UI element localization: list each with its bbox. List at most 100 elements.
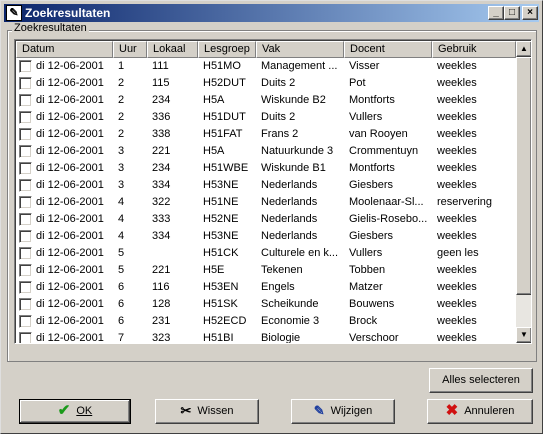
cell-docent: Giesbers (349, 230, 394, 242)
cell-uur: 3 (118, 145, 125, 157)
cell-gebruik: weekles (437, 213, 477, 225)
column-header-gebruik[interactable]: Gebruik (432, 41, 516, 58)
cell-datum: di 12-06-2001 (36, 298, 104, 310)
app-icon: ✎ (6, 5, 22, 21)
table-row[interactable]: di 12-06-2001 5 H51CK Culturele en k... Vull… (16, 245, 516, 262)
cell-uur: 4 (118, 213, 125, 225)
wissen-button[interactable]: ✂ Wissen (155, 399, 259, 424)
cell-uur: 6 (118, 281, 125, 293)
cell-lokaal: 323 (152, 332, 171, 343)
cell-vak: Engels (261, 281, 295, 293)
cell-lokaal: 231 (152, 315, 171, 327)
cell-lesgroep: H53NE (203, 230, 239, 242)
cell-lokaal: 221 (152, 145, 171, 157)
cell-lokaal: 336 (152, 111, 171, 123)
minimize-button[interactable]: _ (488, 6, 504, 20)
column-header-lesgroep[interactable]: Lesgroep (198, 41, 256, 58)
list-header: Datum Uur Lokaal Lesgroep Vak Docent Geb… (16, 41, 516, 58)
cell-lesgroep: H51MO (203, 60, 241, 72)
table-row[interactable]: di 12-06-2001 3 234 H51WBE Wiskunde B1 Montfo… (16, 160, 516, 177)
cell-datum: di 12-06-2001 (36, 179, 104, 191)
column-header-vak[interactable]: Vak (256, 41, 344, 58)
table-row[interactable]: di 12-06-2001 3 334 H53NE Nederlands Giesbers… (16, 177, 516, 194)
cell-lesgroep: H51CK (203, 247, 239, 259)
cell-lokaal: 234 (152, 94, 171, 106)
cell-lokaal: 111 (152, 60, 169, 72)
groupbox-label: Zoekresultaten (12, 22, 89, 35)
table-row[interactable]: di 12-06-2001 4 334 H53NE Nederlands Giesbers… (16, 228, 516, 245)
cell-uur: 6 (118, 298, 125, 310)
cell-uur: 5 (118, 264, 125, 276)
cell-datum: di 12-06-2001 (36, 111, 104, 123)
cell-lokaal: 334 (152, 179, 171, 191)
scroll-down-button[interactable]: ▼ (516, 327, 531, 343)
table-row[interactable]: di 12-06-2001 6 116 H53EN Engels Matzer weekle… (16, 279, 516, 296)
table-row[interactable]: di 12-06-2001 4 322 H51NE Nederlands Moolenaa… (16, 194, 516, 211)
table-row[interactable]: di 12-06-2001 7 323 H51BI Biologie Verschoor w… (16, 330, 516, 343)
scroll-thumb[interactable] (516, 57, 531, 295)
cell-vak: Scheikunde (261, 298, 319, 310)
column-header-docent[interactable]: Docent (344, 41, 432, 58)
select-all-label: Alles selecteren (442, 374, 520, 387)
cell-docent: Pot (349, 77, 366, 89)
cell-uur: 4 (118, 230, 125, 242)
cell-lesgroep: H5E (203, 264, 225, 276)
cell-lokaal: 128 (152, 298, 171, 310)
cell-lokaal: 334 (152, 230, 171, 242)
annuleren-button[interactable]: ✖ Annuleren (427, 399, 533, 424)
table-row[interactable]: di 12-06-2001 2 234 H5A Wiskunde B2 Montforts… (16, 92, 516, 109)
close-button[interactable]: × (522, 6, 538, 20)
ok-label: OK (76, 405, 93, 418)
cell-uur: 2 (118, 94, 125, 106)
cell-lokaal (147, 245, 198, 262)
cell-docent: Montforts (349, 162, 395, 174)
cell-vak: Natuurkunde 3 (261, 145, 334, 157)
cell-uur: 3 (118, 162, 125, 174)
column-header-uur[interactable]: Uur (113, 41, 147, 58)
wissen-label: Wissen (197, 405, 234, 418)
cell-vak: Nederlands (261, 179, 318, 191)
zoekresultaten-window: ✎ Zoekresultaten _ □ × Zoekresultaten Da… (0, 0, 543, 434)
ok-button[interactable]: ✔ OK (19, 399, 131, 424)
window-title: Zoekresultaten (25, 6, 111, 20)
cell-datum: di 12-06-2001 (36, 230, 104, 242)
wijzigen-button[interactable]: ✎ Wijzigen (291, 399, 395, 424)
select-all-button[interactable]: Alles selecteren (429, 368, 533, 393)
cell-datum: di 12-06-2001 (36, 77, 104, 89)
table-row[interactable]: di 12-06-2001 6 128 H51SK Scheikunde Bouwens w… (16, 296, 516, 313)
cell-gebruik: weekles (437, 264, 477, 276)
table-row[interactable]: di 12-06-2001 5 221 H5E Tekenen Tobben weekles (16, 262, 516, 279)
cell-lesgroep: H51DUT (203, 111, 246, 123)
table-row[interactable]: di 12-06-2001 4 333 H52NE Nederlands Gielis-R… (16, 211, 516, 228)
column-header-lokaal[interactable]: Lokaal (147, 41, 198, 58)
cell-vak: Duits 2 (261, 111, 296, 123)
cell-uur: 6 (118, 315, 125, 327)
cell-uur: 3 (118, 179, 125, 191)
table-row[interactable]: di 12-06-2001 6 231 H52ECD Economie 3 Brock we… (16, 313, 516, 330)
title-bar[interactable]: ✎ Zoekresultaten _ □ × (4, 4, 539, 22)
vertical-scrollbar[interactable]: ▲ ▼ (516, 41, 531, 343)
results-listview[interactable]: Datum Uur Lokaal Lesgroep Vak Docent Geb… (14, 39, 532, 344)
table-row[interactable]: di 12-06-2001 3 221 H5A Natuurkunde 3 Crommen… (16, 143, 516, 160)
cell-docent: Vullers (349, 111, 383, 123)
cell-gebruik: weekles (437, 230, 477, 242)
cell-lesgroep: H5A (203, 94, 225, 106)
cell-datum: di 12-06-2001 (36, 315, 104, 327)
table-row[interactable]: di 12-06-2001 2 336 H51DUT Duits 2 Vullers wee… (16, 109, 516, 126)
cell-datum: di 12-06-2001 (36, 94, 104, 106)
edit-icon: ✎ (313, 403, 325, 419)
cell-lesgroep: H51WBE (203, 162, 249, 174)
cell-vak: Biologie (261, 332, 301, 343)
column-header-datum[interactable]: Datum (16, 41, 113, 58)
maximize-button[interactable]: □ (504, 6, 520, 20)
cell-gebruik: weekles (437, 94, 477, 106)
cell-lokaal: 115 (152, 77, 170, 89)
cell-docent: van Rooyen (349, 128, 408, 140)
scroll-up-button[interactable]: ▲ (516, 41, 531, 57)
cell-datum: di 12-06-2001 (36, 196, 104, 208)
cell-lesgroep: H51FAT (203, 128, 243, 140)
table-row[interactable]: di 12-06-2001 1 111 H51MO Management ... Viss… (16, 58, 516, 75)
table-row[interactable]: di 12-06-2001 2 115 H52DUT Duits 2 Pot weekles (16, 75, 516, 92)
cell-vak: Nederlands (261, 196, 318, 208)
table-row[interactable]: di 12-06-2001 2 338 H51FAT Frans 2 van Rooyen… (16, 126, 516, 143)
